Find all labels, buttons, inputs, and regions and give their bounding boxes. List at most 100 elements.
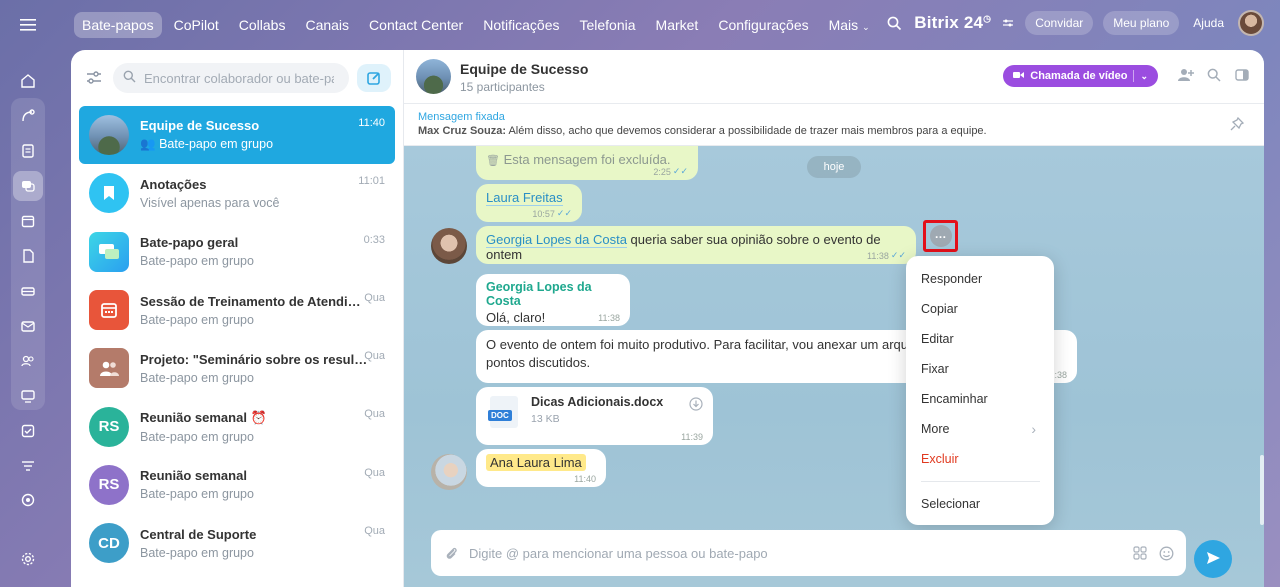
menu-item-select[interactable]: Selecionar xyxy=(906,489,1054,519)
chat-item-central-de-suporte[interactable]: CD Central de Suporte Bate-papo em grupo… xyxy=(79,514,395,572)
nav-notificacoes[interactable]: Notificações xyxy=(475,12,567,38)
message-bubble[interactable]: Georgia Lopes da Costa Olá, claro! 11:38 xyxy=(476,274,630,326)
top-bar: Bate-papos CoPilot Collabs Canais Contac… xyxy=(0,0,1280,50)
chevron-down-icon[interactable]: ⌄ xyxy=(1140,71,1148,82)
pinned-label: Mensagem fixada xyxy=(418,111,505,123)
filter-funnel-icon[interactable] xyxy=(13,451,43,481)
search-icon[interactable] xyxy=(884,13,904,33)
calendar-icon[interactable] xyxy=(13,206,43,236)
menu-item-reply[interactable]: Responder xyxy=(906,264,1054,294)
file-message-bubble[interactable]: DOC Dicas Adicionais.docx 13 KB 11:39 xyxy=(476,387,713,445)
home-icon[interactable] xyxy=(13,66,43,96)
menu-item-delete[interactable]: Excluir xyxy=(906,444,1054,474)
contacts-icon[interactable] xyxy=(13,346,43,376)
chat-subtitle: Bate-papo em grupo xyxy=(140,254,254,269)
scrollbar[interactable] xyxy=(1260,455,1264,525)
emoji-icon[interactable] xyxy=(1158,545,1174,561)
tasks-list-icon[interactable] xyxy=(13,136,43,166)
nav-mais[interactable]: Mais ⌄ xyxy=(821,12,878,38)
apps-grid-icon[interactable] xyxy=(1132,545,1148,561)
message-composer xyxy=(431,530,1186,576)
read-checks-icon: ✓✓ xyxy=(556,208,572,218)
help-button[interactable]: Ajuda xyxy=(1189,11,1228,35)
gear-icon[interactable] xyxy=(13,544,43,574)
nav-canais[interactable]: Canais xyxy=(297,12,357,38)
mention-highlight[interactable]: Ana Laura Lima xyxy=(486,454,586,471)
user-avatar[interactable] xyxy=(1238,10,1264,36)
chat-item-reuniao-semanal-2[interactable]: RS Reunião semanal Bate-papo em grupo Qu… xyxy=(79,456,395,514)
message-bubble[interactable]: Georgia Lopes da Costa queria saber sua … xyxy=(476,226,916,264)
chat-item-reuniao-semanal-1[interactable]: RS Reunião semanal ⏰ Bate-papo em grupo … xyxy=(79,397,395,455)
chat-item-bate-papo-geral[interactable]: Bate-papo geral Bate-papo em grupo 0:33 xyxy=(79,223,395,281)
deleted-message-bubble[interactable]: 🗑 Esta mensagem foi excluída. 2:25 ✓✓ xyxy=(476,146,698,180)
pinned-author: Max Cruz Souza: xyxy=(418,125,507,137)
video-call-button[interactable]: Chamada de vídeo ⌄ xyxy=(1003,65,1158,87)
chats-icon[interactable] xyxy=(13,171,43,201)
menu-item-pin[interactable]: Fixar xyxy=(906,354,1054,384)
paperclip-icon[interactable] xyxy=(443,545,459,561)
send-button[interactable] xyxy=(1194,540,1232,578)
feed-icon[interactable] xyxy=(13,101,43,131)
mention-link[interactable]: Georgia Lopes da Costa xyxy=(486,232,627,248)
documents-icon[interactable] xyxy=(13,241,43,271)
message-bubble[interactable]: Laura Freitas 10:57 ✓✓ xyxy=(476,184,582,222)
filter-sliders-icon[interactable] xyxy=(83,67,105,89)
chat-subtitle-text: Bate-papo em grupo xyxy=(159,137,274,152)
search-input[interactable] xyxy=(144,70,334,86)
nav-contact-center[interactable]: Contact Center xyxy=(361,12,471,38)
mail-icon[interactable] xyxy=(13,311,43,341)
brand-number: 24 xyxy=(963,13,984,32)
sidebar-toggle-icon[interactable] xyxy=(1234,67,1250,83)
nav-copilot[interactable]: CoPilot xyxy=(166,12,227,38)
message-time: 11:39 xyxy=(681,432,703,442)
nav-telefonia[interactable]: Telefonia xyxy=(571,12,643,38)
checkbox-icon[interactable] xyxy=(13,416,43,446)
clock-icon: ◷ xyxy=(983,13,992,24)
user-avatar[interactable] xyxy=(431,454,467,490)
brand-logo[interactable]: Bitrix 24◷ xyxy=(914,13,991,33)
nav-bate-papos[interactable]: Bate-papos xyxy=(74,12,162,38)
chat-item-equipe-de-sucesso[interactable]: Equipe de Sucesso 👥 Bate-papo em grupo 1… xyxy=(79,106,395,165)
chat-name-text: Reunião semanal xyxy=(140,409,247,425)
nav-collabs[interactable]: Collabs xyxy=(231,12,294,38)
group-avatar[interactable] xyxy=(416,59,451,94)
message-bubble[interactable]: Ana Laura Lima 11:40 xyxy=(476,449,606,487)
menu-item-forward[interactable]: Encaminhar xyxy=(906,384,1054,414)
menu-item-copy[interactable]: Copiar xyxy=(906,294,1054,324)
chat-time: 0:33 xyxy=(363,233,385,246)
new-chat-button[interactable] xyxy=(357,64,391,92)
search-box[interactable] xyxy=(113,63,349,93)
chat-item-projeto-seminario[interactable]: Projeto: "Seminário sobre os resultados … xyxy=(79,339,395,397)
nav-configuracoes[interactable]: Configurações xyxy=(710,12,816,38)
my-plan-button[interactable]: Meu plano xyxy=(1103,11,1180,35)
mention-link[interactable]: Laura Freitas xyxy=(486,190,563,206)
add-user-icon[interactable] xyxy=(1178,67,1194,83)
unpin-icon[interactable] xyxy=(1230,116,1246,133)
meetings-icon[interactable] xyxy=(13,381,43,411)
message-input[interactable] xyxy=(469,545,1122,561)
search-icon[interactable] xyxy=(1206,67,1222,83)
nav-market[interactable]: Market xyxy=(648,12,707,38)
message-time: 11:38 xyxy=(598,313,620,323)
chat-name: Central de Suporte xyxy=(140,526,257,542)
menu-item-more[interactable]: More › xyxy=(906,414,1054,444)
message-more-button[interactable]: … xyxy=(923,220,958,252)
chat-item-sessao-treinamento[interactable]: Sessão de Treinamento de Atendimento ao … xyxy=(79,281,395,339)
chevron-right-icon: › xyxy=(1031,421,1036,437)
message-author[interactable]: Georgia Lopes da Costa xyxy=(486,280,620,308)
invite-button[interactable]: Convidar xyxy=(1025,11,1094,35)
settings-sliders-icon[interactable] xyxy=(1001,13,1015,33)
target-icon[interactable] xyxy=(13,485,43,515)
drive-icon[interactable] xyxy=(13,276,43,306)
chat-title[interactable]: Equipe de Sucesso xyxy=(460,61,588,77)
chat-item-anotacoes[interactable]: Anotações Visível apenas para você 11:01 xyxy=(79,164,395,222)
camera-icon xyxy=(1013,70,1025,82)
user-avatar[interactable] xyxy=(431,228,467,264)
calendar-icon xyxy=(89,290,129,331)
menu-item-edit[interactable]: Editar xyxy=(906,324,1054,354)
menu-icon[interactable] xyxy=(16,13,40,37)
pinned-message-bar[interactable]: Mensagem fixada Max Cruz Souza: Além dis… xyxy=(404,104,1264,146)
participants-count[interactable]: 15 participantes xyxy=(460,80,545,94)
download-icon[interactable] xyxy=(689,397,703,414)
file-name[interactable]: Dicas Adicionais.docx xyxy=(531,395,663,409)
